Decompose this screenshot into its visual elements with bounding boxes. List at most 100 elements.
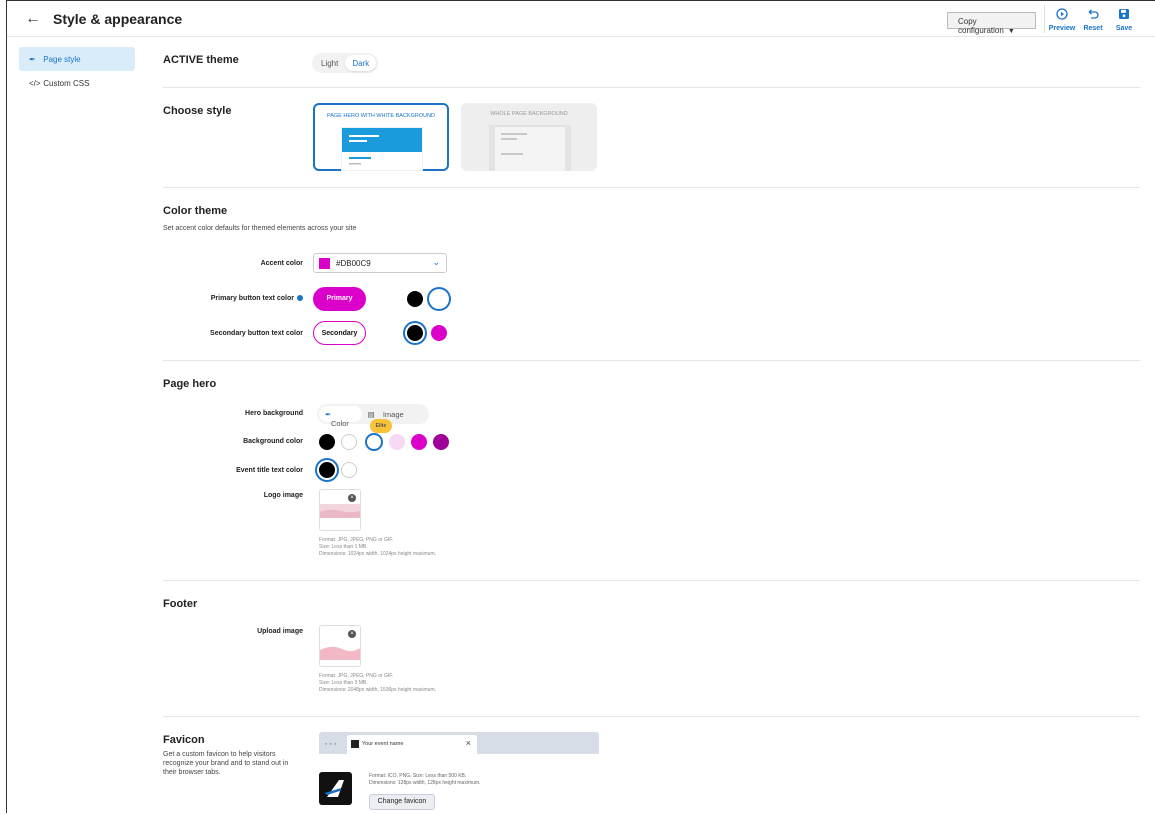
toolbar-divider — [1044, 5, 1045, 33]
remove-icon[interactable]: × — [348, 630, 356, 638]
favicon-image — [319, 772, 352, 805]
color-theme-description: Set accent color defaults for themed ele… — [163, 225, 357, 232]
divider — [163, 187, 1140, 188]
sidebar: ✒ Page style </> Custom CSS — [7, 37, 147, 813]
floppy-disk-icon — [1109, 8, 1139, 22]
hero-bg-option-image[interactable]: ▤ ImageElite — [362, 406, 427, 433]
hero-background-toggle[interactable]: ✒ Color ▤ ImageElite — [317, 404, 429, 433]
choose-style-title: Choose style — [163, 105, 232, 117]
back-arrow-icon[interactable]: ← — [25, 10, 41, 28]
footer-preview-image — [320, 646, 360, 660]
primary-label-text: Primary button text color — [210, 295, 294, 302]
style-card-title: WHOLE PAGE BACKGROUND — [490, 111, 568, 117]
logo-image-label: Logo image — [263, 492, 303, 499]
footer-image-hint: Format: JPG, JPEG, PNG or GIF. Size: Les… — [319, 673, 436, 694]
bg-color-white[interactable] — [341, 434, 357, 450]
hint-line: Size: Less than 3 MB. — [319, 680, 368, 686]
hint-line: Size: Less than 1 MB. — [319, 544, 368, 550]
save-label: Save — [1115, 25, 1133, 32]
chevron-down-icon: ▼ — [1007, 28, 1015, 35]
sidebar-item-label: Custom CSS — [43, 79, 90, 88]
hint-line: Format: JPG, JPEG, PNG or GIF. — [319, 673, 394, 679]
copy-configuration-button[interactable]: Copy configuration ▼ — [947, 12, 1036, 35]
browser-tab: Your event name × — [347, 735, 477, 754]
theme-option-light[interactable]: Light — [314, 55, 345, 71]
hero-bg-color-label: Color — [331, 419, 349, 428]
style-card-title: PAGE HERO WITH WHITE BACKGROUND — [326, 113, 436, 119]
brand-logo-icon — [325, 780, 344, 797]
primary-color-white[interactable] — [431, 291, 447, 307]
divider — [163, 87, 1140, 88]
close-icon: × — [465, 738, 471, 748]
divider — [163, 580, 1140, 581]
elite-badge: Elite — [369, 419, 393, 433]
secondary-color-black[interactable] — [407, 325, 423, 341]
secondary-button-text-color-label: Secondary button text color — [210, 330, 303, 337]
window-dots-icon: ●●● — [325, 741, 339, 746]
bg-color-light-pink[interactable] — [389, 434, 405, 450]
color-theme-title: Color theme — [163, 205, 228, 217]
divider — [163, 716, 1140, 717]
play-circle-icon — [1047, 8, 1077, 22]
primary-button-preview: Primary — [313, 287, 366, 311]
theme-option-dark[interactable]: Dark — [345, 55, 377, 71]
undo-icon — [1078, 8, 1108, 22]
divider — [163, 360, 1140, 361]
logo-preview-image — [320, 504, 360, 518]
favicon-small-icon — [351, 740, 359, 748]
chevron-down-icon: ⌄ — [432, 257, 440, 267]
hint-line: Format: JPG, JPEG, PNG or GIF. — [319, 537, 394, 543]
event-title-color-white[interactable] — [341, 462, 357, 478]
browser-tab-label: Your event name — [362, 741, 404, 747]
favicon-title: Favicon — [163, 734, 205, 746]
sidebar-item-custom-css[interactable]: </> Custom CSS — [19, 71, 135, 95]
code-icon: </> — [29, 79, 41, 88]
page-hero-title: Page hero — [163, 378, 217, 390]
hint-line: Dimensions: 2048px width, 1536px height … — [319, 687, 437, 693]
active-theme-title: ACTIVE theme — [163, 54, 239, 66]
accent-color-value: #DB00C9 — [336, 259, 371, 268]
primary-button-text-color-label: Primary button text color — [163, 295, 303, 302]
brush-icon: ✒ — [29, 55, 36, 64]
theme-toggle[interactable]: Light Dark — [312, 53, 379, 73]
save-button[interactable]: Save — [1109, 8, 1139, 32]
preview-button[interactable]: Preview — [1047, 8, 1077, 32]
browser-tab-preview: ●●● Your event name × — [319, 732, 599, 754]
preview-label: Preview — [1048, 25, 1076, 32]
page-hero-thumbnail — [341, 127, 423, 171]
change-favicon-button[interactable]: Change favicon — [369, 794, 435, 810]
secondary-button-preview: Secondary — [313, 321, 366, 345]
event-title-color-black[interactable] — [319, 462, 335, 478]
hint-line: Dimensions: 128px width, 128px height ma… — [369, 780, 481, 786]
style-card-page-hero[interactable]: PAGE HERO WITH WHITE BACKGROUND — [313, 103, 449, 171]
remove-icon[interactable]: × — [348, 494, 356, 502]
footer-image-upload[interactable]: × — [319, 625, 361, 667]
main-content: ACTIVE theme Light Dark Choose style PAG… — [163, 37, 1155, 814]
info-icon[interactable] — [297, 295, 303, 301]
logo-image-upload[interactable]: × — [319, 489, 361, 531]
reset-button[interactable]: Reset — [1078, 8, 1108, 32]
hero-bg-option-color[interactable]: ✒ Color — [319, 406, 362, 428]
copy-configuration-label: Copy configuration — [958, 17, 1004, 35]
logo-image-hint: Format: JPG, JPEG, PNG or GIF. Size: Les… — [319, 537, 436, 558]
hint-line: Dimensions: 1024px width, 1024px height … — [319, 551, 437, 557]
accent-color-select[interactable]: #DB00C9 ⌄ — [313, 253, 447, 273]
primary-color-black[interactable] — [407, 291, 423, 307]
bg-color-accent[interactable] — [411, 434, 427, 450]
upload-image-label: Upload image — [257, 628, 303, 635]
top-bar: ← Style & appearance Copy configuration ▼… — [7, 1, 1155, 37]
accent-color-swatch — [319, 258, 330, 269]
secondary-color-accent[interactable] — [431, 325, 447, 341]
bg-color-white-selected[interactable] — [365, 433, 383, 451]
hero-background-label: Hero background — [245, 410, 303, 417]
background-color-label: Background color — [243, 438, 303, 445]
style-card-whole-page[interactable]: WHOLE PAGE BACKGROUND — [461, 103, 597, 171]
bg-color-dark-magenta[interactable] — [433, 434, 449, 450]
sidebar-item-page-style[interactable]: ✒ Page style — [19, 47, 135, 71]
app-window: ← Style & appearance Copy configuration ▼… — [6, 0, 1155, 814]
sidebar-item-label: Page style — [43, 55, 81, 64]
bg-color-black[interactable] — [319, 434, 335, 450]
whole-page-thumbnail — [489, 125, 571, 171]
favicon-hint: Format: ICO, PNG. Size: Less than 500 KB… — [369, 773, 480, 787]
favicon-description: Get a custom favicon to help visitors re… — [163, 751, 289, 776]
